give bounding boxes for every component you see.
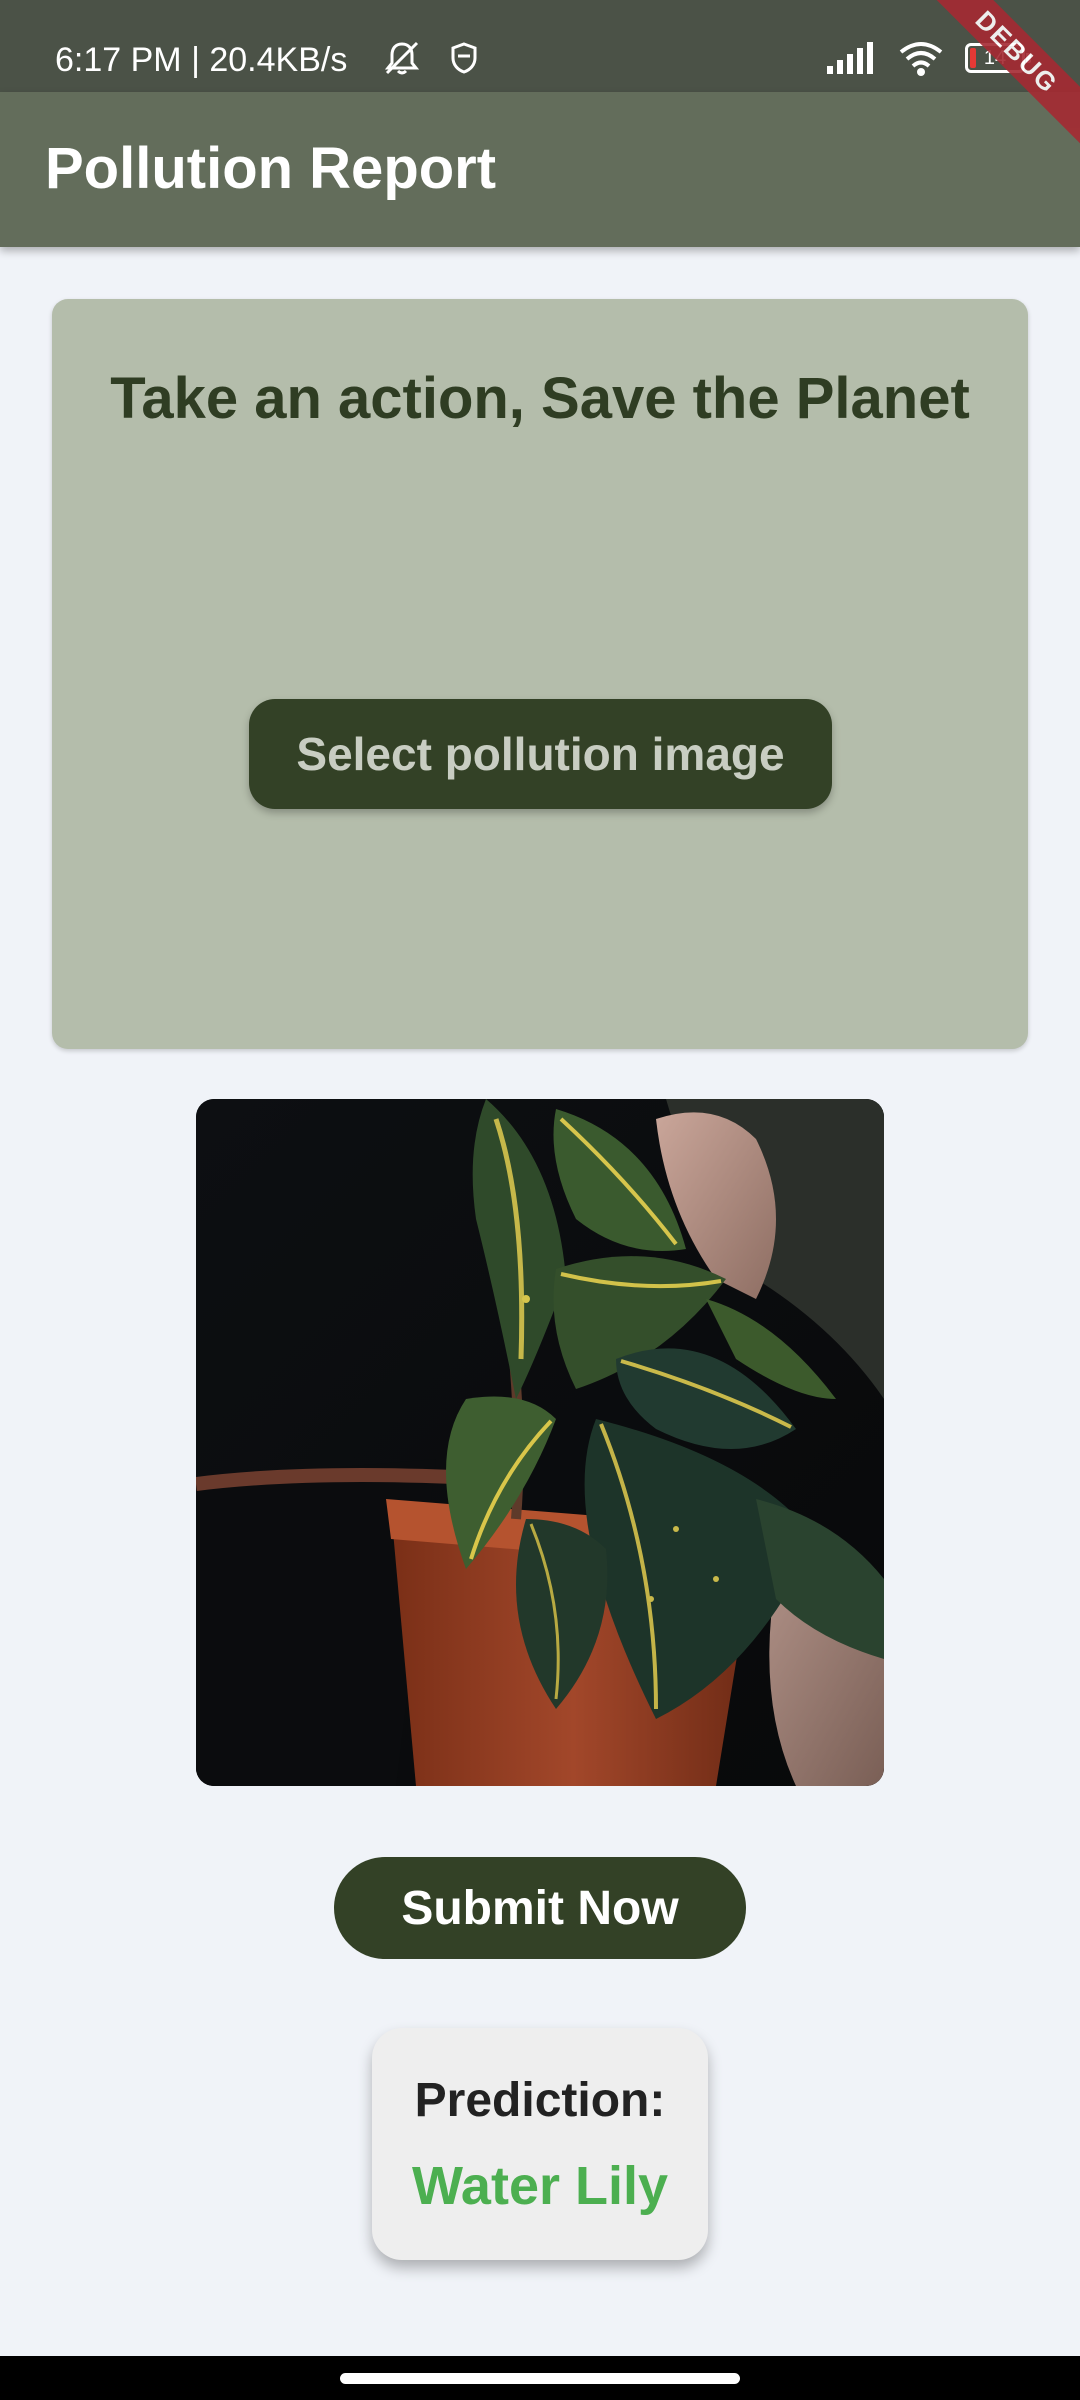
mute-alarm-icon (382, 38, 422, 78)
app-bar: Pollution Report (0, 92, 1080, 247)
select-image-button[interactable]: Select pollution image (249, 699, 832, 809)
prediction-card: Prediction: Water Lily (372, 2028, 708, 2260)
signal-icon (825, 38, 877, 78)
selected-image (196, 1099, 884, 1786)
prediction-value: Water Lily (411, 2156, 669, 2216)
prediction-label: Prediction: (414, 2074, 666, 2127)
shield-icon (444, 38, 484, 78)
app-title: Pollution Report (45, 136, 497, 201)
potted-plant-photo (196, 1099, 884, 1786)
navigation-bar (0, 2356, 1080, 2400)
screen: 6:17 PM | 20.4KB/s DEBUG Pollution Repor… (0, 0, 1080, 2400)
card-headline: Take an action, Save the Planet (110, 366, 970, 431)
status-bar: 6:17 PM | 20.4KB/s (0, 0, 1080, 92)
status-icons-left (382, 38, 484, 78)
wifi-icon (897, 38, 945, 78)
action-card: Take an action, Save the Planet Select p… (52, 299, 1028, 1049)
submit-button[interactable]: Submit Now (334, 1857, 746, 1959)
status-time: 6:17 PM | 20.4KB/s (55, 41, 348, 79)
battery-fill (970, 48, 976, 68)
home-indicator[interactable] (340, 2373, 740, 2384)
